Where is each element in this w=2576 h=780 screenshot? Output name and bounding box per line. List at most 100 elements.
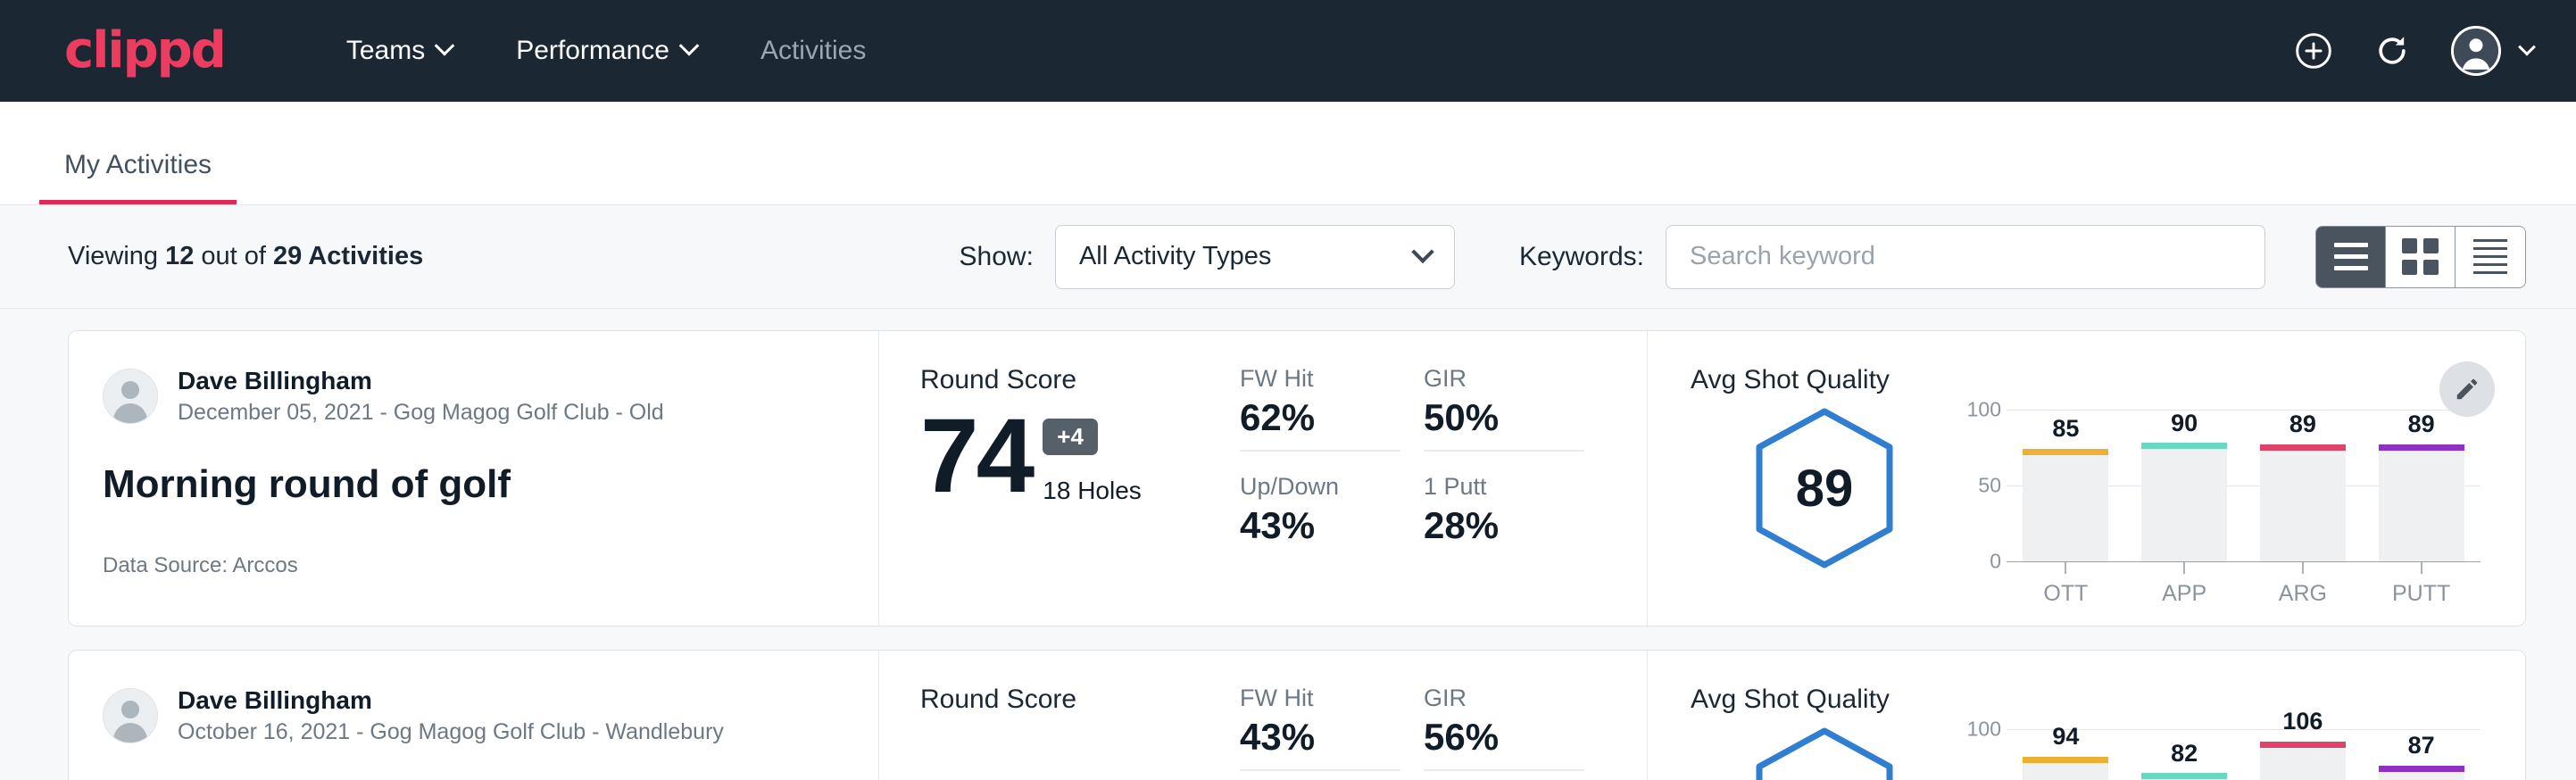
- nav-item-label: Activities: [760, 36, 866, 66]
- grid-view-icon: [2402, 238, 2439, 275]
- stat-value: 56%: [1424, 716, 1584, 759]
- round-stats-section: FW Hit 62% GIR 50% Up/Down 43% 1 Putt 28…: [1240, 331, 1647, 626]
- stat-fw-hit: FW Hit 62%: [1240, 365, 1400, 452]
- round-stats-section: FW Hit 43% GIR 56%: [1240, 651, 1647, 780]
- stat-label: 1 Putt: [1424, 473, 1584, 501]
- stat-value: 43%: [1240, 716, 1400, 759]
- activity-author: Dave Billingham December 05, 2021 - Gog …: [103, 365, 839, 428]
- x-tick-label: PUTT: [2392, 581, 2450, 606]
- chart-x-axis: OTT APP ARG PUTT: [2007, 561, 2480, 607]
- avg-shot-quality-hexagon: [1753, 726, 1896, 780]
- bar-value-label: 89: [2408, 411, 2435, 438]
- chart-y-axis: 100 50 0: [1958, 410, 2007, 561]
- activity-meta: December 05, 2021 - Gog Magog Golf Club …: [178, 398, 664, 428]
- viewing-mid: out of: [194, 242, 273, 270]
- stat-gir: GIR 56%: [1424, 685, 1584, 771]
- chart-plot-area: 85 90: [2007, 410, 2480, 561]
- stat-label: FW Hit: [1240, 365, 1400, 393]
- user-icon: [2454, 29, 2498, 73]
- y-tick: 100: [1967, 718, 2001, 742]
- bar-value-label: 106: [2282, 708, 2323, 735]
- stat-label: Up/Down: [1240, 473, 1400, 501]
- player-name: Dave Billingham: [178, 685, 724, 716]
- nav-item-label: Teams: [346, 36, 425, 66]
- bar-group-app: 82: [2125, 729, 2244, 780]
- bar-cap: [2260, 742, 2346, 748]
- round-score-label: Round Score: [920, 365, 1240, 395]
- avg-shot-quality-value: 89: [1753, 406, 1896, 570]
- x-tick: ARG: [2244, 561, 2363, 607]
- tab-my-activities[interactable]: My Activities: [39, 150, 237, 204]
- plus-circle-icon: [2294, 31, 2333, 71]
- stat-gir: GIR 50%: [1424, 365, 1584, 452]
- avg-shot-quality-label: Avg Shot Quality: [1691, 365, 2525, 395]
- activity-type-select[interactable]: All Activity Types: [1055, 225, 1455, 289]
- nav-item-performance[interactable]: Performance: [484, 36, 728, 66]
- chevron-down-icon: [2518, 38, 2536, 56]
- y-tick: 0: [1990, 550, 2001, 574]
- search-input[interactable]: [1666, 225, 2265, 289]
- activity-data-source: Data Source: Arccos: [103, 553, 839, 578]
- bar-value-label: 94: [2052, 723, 2079, 751]
- chart-plot-area: 94 82 106: [2007, 729, 2480, 780]
- top-navbar: clippd Teams Performance Activities: [0, 0, 2576, 102]
- activity-card[interactable]: Dave Billingham December 05, 2021 - Gog …: [68, 330, 2526, 626]
- viewing-count-text: Viewing 12 out of 29 Activities: [68, 242, 423, 271]
- chart-bars: 85 90: [2007, 410, 2480, 561]
- avatar: [2451, 26, 2501, 76]
- compact-view-button[interactable]: [2456, 227, 2525, 287]
- round-score-value: 74: [920, 408, 1032, 505]
- bar-cap: [2023, 449, 2108, 455]
- edit-activity-button[interactable]: [2439, 361, 2495, 417]
- nav-item-teams[interactable]: Teams: [314, 36, 484, 66]
- nav-item-activities[interactable]: Activities: [728, 36, 898, 66]
- navbar-actions: [2294, 26, 2533, 76]
- brand-logo[interactable]: clippd: [64, 26, 225, 76]
- add-activity-button[interactable]: [2294, 31, 2333, 71]
- stat-value: 50%: [1424, 396, 1584, 439]
- nav-item-label: Performance: [516, 36, 669, 66]
- chevron-down-icon: [1411, 240, 1433, 262]
- activity-card[interactable]: Dave Billingham October 16, 2021 - Gog M…: [68, 650, 2526, 780]
- refresh-icon: [2372, 31, 2412, 71]
- shot-quality-bar-chart: 100 50 0 94: [1958, 717, 2525, 780]
- bar-group-app: 90: [2125, 410, 2244, 561]
- round-score-label: Round Score: [920, 685, 1240, 715]
- account-menu[interactable]: [2451, 26, 2533, 76]
- stat-label: GIR: [1424, 365, 1584, 393]
- chevron-down-icon: [435, 36, 455, 56]
- list-view-icon: [2334, 243, 2368, 270]
- activities-list: Dave Billingham December 05, 2021 - Gog …: [0, 309, 2576, 780]
- stat-value: 28%: [1424, 504, 1584, 547]
- viewing-total: 29 Activities: [273, 242, 423, 270]
- grid-view-button[interactable]: [2386, 227, 2456, 287]
- bar-value-label: 87: [2408, 732, 2435, 759]
- avg-shot-quality-hexagon: 89: [1753, 406, 1896, 570]
- x-tick-label: APP: [2162, 581, 2206, 606]
- avatar: [103, 369, 158, 424]
- activity-author: Dave Billingham October 16, 2021 - Gog M…: [103, 685, 839, 748]
- stat-label: GIR: [1424, 685, 1584, 712]
- compact-view-icon: [2473, 239, 2507, 274]
- activity-type-value: All Activity Types: [1079, 242, 1271, 271]
- chart-y-axis: 100 50 0: [1958, 729, 2007, 780]
- y-tick: 50: [1978, 474, 2001, 498]
- bar-group-putt: 89: [2362, 410, 2480, 561]
- bar-group-ott: 94: [2007, 729, 2125, 780]
- bar-cap: [2023, 757, 2108, 763]
- hexagon-icon: [1753, 726, 1896, 780]
- keywords-label: Keywords:: [1519, 242, 1644, 272]
- y-tick: 100: [1967, 398, 2001, 422]
- refresh-button[interactable]: [2372, 31, 2412, 71]
- bar-group-arg: 89: [2244, 410, 2363, 561]
- player-name: Dave Billingham: [178, 365, 664, 396]
- x-tick: PUTT: [2362, 561, 2480, 607]
- avg-shot-quality-section: Avg Shot Quality 100 50 0: [1647, 651, 2525, 780]
- show-label: Show:: [960, 242, 1034, 272]
- round-score-section: Round Score 74 +4 18 Holes: [879, 331, 1240, 626]
- list-view-button[interactable]: [2316, 227, 2386, 287]
- pencil-icon: [2454, 376, 2480, 402]
- bar-cap: [2141, 443, 2227, 449]
- chart-bars: 94 82 106: [2007, 729, 2480, 780]
- stat-label: FW Hit: [1240, 685, 1400, 712]
